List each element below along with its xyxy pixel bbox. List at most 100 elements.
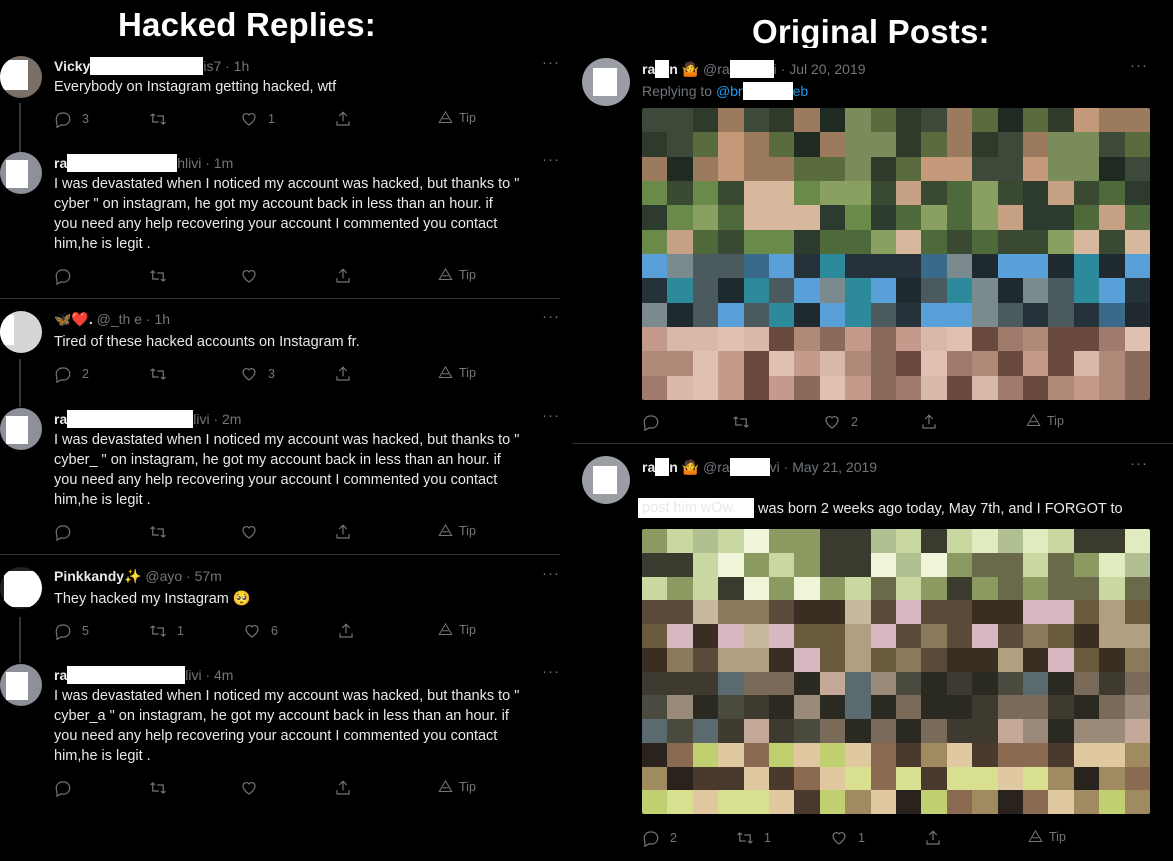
reply-icon [55, 269, 71, 285]
share-button[interactable] [334, 110, 352, 128]
share-button[interactable] [334, 779, 352, 797]
tweet-hacker-reply[interactable]: ra livi · 2m ··· I was devastated when I … [0, 404, 560, 554]
pixelated-media-image[interactable] [642, 108, 1150, 400]
tweet-pinkkandy[interactable]: Pinkkandy✨ @ayo · 57m ··· They hacked my… [0, 555, 560, 663]
avatar[interactable] [0, 567, 42, 609]
thread-line [19, 617, 21, 663]
display-name[interactable]: 🦋❤️. [54, 311, 93, 327]
reply-button[interactable]: 2 [642, 829, 677, 847]
original-post-2[interactable]: ra n 🤷 @ra vi · May 21, 2019 ··· was born … [572, 444, 1173, 861]
retweet-button[interactable] [732, 413, 750, 431]
reply-button[interactable] [54, 267, 72, 285]
display-name[interactable]: ra [642, 61, 655, 77]
display-name[interactable]: ra [642, 459, 655, 475]
display-name[interactable]: Vicky [54, 58, 90, 74]
like-button[interactable]: 2 [823, 413, 858, 431]
retweet-button[interactable] [149, 779, 167, 797]
reply-icon [55, 112, 71, 128]
like-button[interactable] [240, 779, 258, 797]
tweet-actions: Tip [54, 523, 544, 543]
tip-button[interactable]: Tip [438, 523, 476, 538]
tip-button[interactable]: Tip [438, 365, 476, 380]
handle-time: livi · 4m [185, 667, 234, 683]
more-icon[interactable]: ··· [1130, 57, 1148, 74]
mention-link[interactable]: @br [716, 83, 743, 99]
tip-button[interactable]: Tip [438, 267, 476, 282]
like-button[interactable] [240, 523, 258, 541]
more-icon[interactable]: ··· [542, 663, 560, 680]
share-icon [336, 268, 350, 283]
like-button[interactable] [240, 267, 258, 285]
retweet-button[interactable] [149, 267, 167, 285]
like-button[interactable]: 3 [240, 365, 275, 383]
tweet-hacker-reply[interactable]: ra hlivi · 1m ··· I was devastated when I… [0, 148, 560, 298]
share-button[interactable] [334, 523, 352, 541]
retweet-icon [150, 113, 166, 125]
tweet-text: Everybody on Instagram getting hacked, w… [54, 79, 337, 95]
tweet-text: I was devastated when I noticed my accou… [54, 176, 520, 252]
display-name[interactable]: ra [54, 411, 67, 427]
retweet-button[interactable] [149, 523, 167, 541]
share-button[interactable] [337, 622, 355, 640]
tweet-header: ra hlivi · 1m [54, 154, 233, 172]
reply-button[interactable]: 2 [54, 365, 89, 383]
avatar[interactable] [582, 456, 630, 504]
reply-button[interactable] [54, 523, 72, 541]
retweet-button[interactable]: 1 [736, 829, 771, 847]
tweet-header: ra livi · 4m [54, 666, 233, 684]
replying-to: Replying to @br eb [642, 82, 809, 100]
heading-original-posts: Original Posts: [752, 13, 990, 50]
share-button[interactable] [924, 829, 942, 847]
retweet-icon [737, 832, 753, 844]
more-icon[interactable]: ··· [1130, 455, 1148, 472]
avatar[interactable] [0, 311, 42, 353]
like-button[interactable]: 6 [243, 622, 278, 640]
tip-button[interactable]: Tip [438, 779, 476, 794]
more-icon[interactable]: ··· [542, 308, 560, 325]
tip-button[interactable]: Tip [438, 110, 476, 125]
like-icon [242, 526, 256, 539]
more-icon[interactable]: ··· [542, 151, 560, 168]
like-button[interactable]: 1 [830, 829, 865, 847]
display-name[interactable]: ra [54, 667, 67, 683]
avatar[interactable] [0, 152, 42, 194]
reply-button[interactable]: 3 [54, 110, 89, 128]
more-icon[interactable]: ··· [542, 407, 560, 424]
more-icon[interactable]: ··· [542, 54, 560, 71]
display-name[interactable]: ra [54, 155, 67, 171]
reply-button[interactable] [642, 413, 660, 431]
handle-time: @ayo · 57m [145, 568, 222, 584]
retweet-button[interactable] [149, 110, 177, 128]
reply-button[interactable]: 5 [54, 622, 89, 640]
tweet-header: ra n 🤷 @ra i · Jul 20, 2019 [642, 60, 866, 78]
tweet-butterfly[interactable]: 🦋❤️. @_th e · 1h ··· Tired of these hack… [0, 299, 560, 407]
tip-button[interactable]: Tip [438, 622, 476, 637]
avatar[interactable] [0, 408, 42, 450]
avatar[interactable] [0, 56, 42, 98]
more-icon[interactable]: ··· [542, 565, 560, 582]
tweet-actions: 2 3 Tip [54, 365, 544, 385]
reply-icon [643, 415, 659, 431]
reply-icon [55, 367, 71, 383]
retweet-icon [733, 416, 749, 428]
share-button[interactable] [334, 365, 352, 383]
pixelated-media-image[interactable] [642, 529, 1150, 814]
retweet-button[interactable] [149, 365, 167, 383]
handle-time: is7 · 1h [203, 58, 250, 74]
tweet-header: ra livi · 2m [54, 410, 241, 428]
avatar[interactable] [582, 58, 630, 106]
retweet-button[interactable]: 1 [149, 622, 184, 640]
tweet-vicky[interactable]: Vicky is7 · 1h ··· Everybody on Instagram… [0, 48, 560, 153]
display-name[interactable]: Pinkkandy✨ [54, 568, 141, 584]
tweet-hacker-reply[interactable]: ra livi · 4m ··· I was devastated when I … [0, 660, 560, 810]
tweet-text: I was devastated when I noticed my accou… [54, 432, 520, 508]
share-button[interactable] [920, 413, 938, 431]
original-post-1[interactable]: ra n 🤷 @ra i · Jul 20, 2019 ··· Replying t… [572, 48, 1173, 443]
avatar[interactable] [0, 664, 42, 706]
tip-button[interactable]: Tip [1026, 413, 1064, 428]
reply-button[interactable] [54, 779, 72, 797]
retweet-icon [150, 625, 166, 637]
share-button[interactable] [334, 267, 352, 285]
tip-button[interactable]: Tip [1028, 829, 1066, 844]
like-button[interactable]: 1 [240, 110, 275, 128]
